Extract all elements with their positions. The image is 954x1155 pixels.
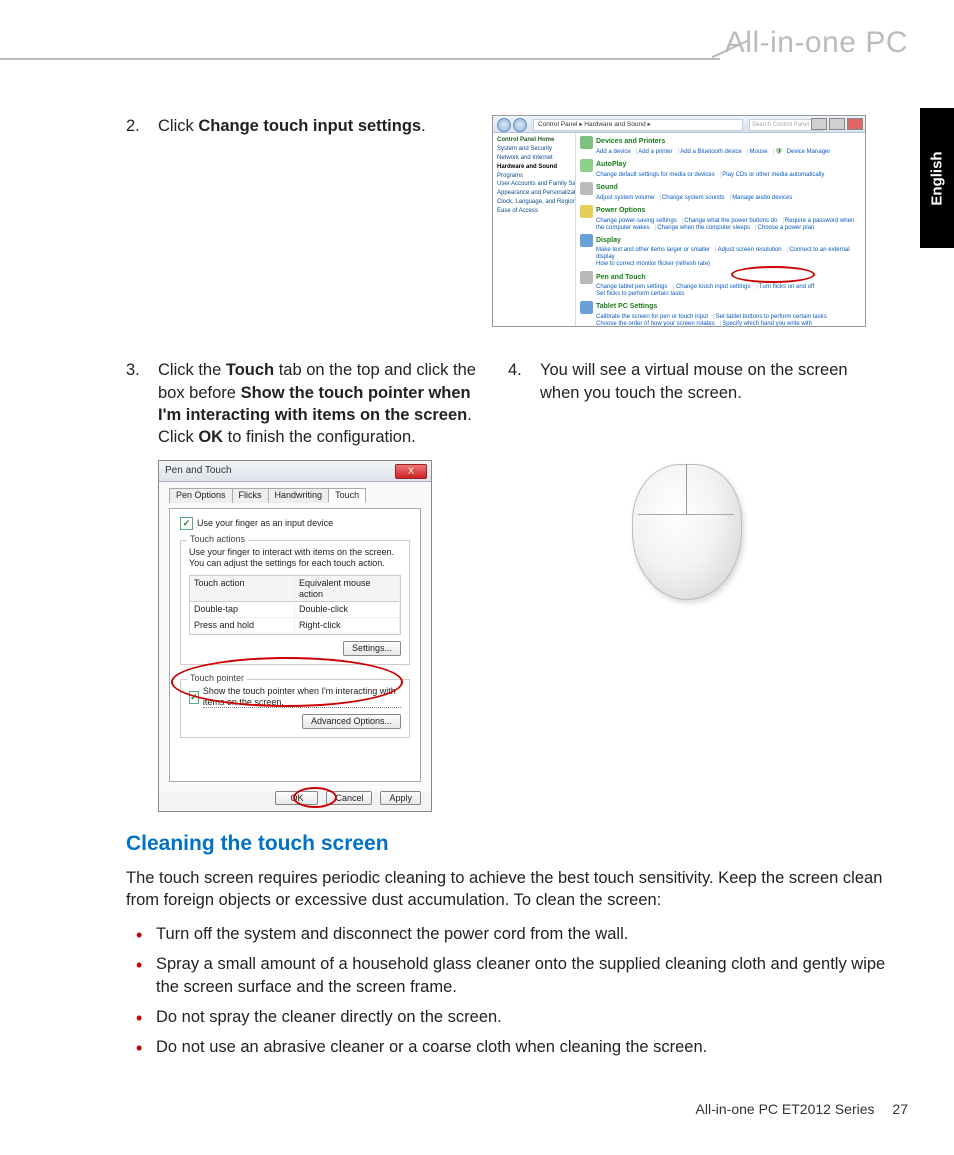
- pt-cancel-button: Cancel: [326, 791, 372, 806]
- pt-apply-button: Apply: [380, 791, 421, 806]
- virtual-mouse-graphic: [632, 464, 740, 598]
- bullet-item: Spray a small amount of a household glas…: [156, 953, 896, 998]
- pt-ok-button: OK: [275, 791, 318, 806]
- page-footer: All-in-one PC ET2012 Series 27: [696, 1101, 908, 1117]
- language-tab-label: English: [929, 151, 946, 205]
- pt-group-legend: Touch pointer: [187, 673, 247, 684]
- pt-group-pointer: Touch pointer ✓ Show the touch pointer w…: [180, 679, 410, 738]
- step-2: 2. Click Change touch input settings.: [126, 115, 896, 137]
- pt-tab-active: Touch: [328, 488, 366, 503]
- pt-tab: Handwriting: [268, 488, 330, 503]
- step-text: Click Change touch input settings.: [158, 115, 426, 137]
- pt-settings-button: Settings...: [343, 641, 401, 656]
- step-3: 3. Click the Touch tab on the top and cl…: [126, 359, 482, 448]
- pt-group-actions: Touch actions Use your finger to interac…: [180, 540, 410, 665]
- pt-tabs: Pen Options Flicks Handwriting Touch: [169, 488, 421, 503]
- bullet-item: Do not use an abrasive cleaner or a coar…: [156, 1036, 896, 1058]
- bullet-item: Turn off the system and disconnect the p…: [156, 923, 896, 945]
- pt-footer-buttons: OK Cancel Apply: [275, 791, 421, 806]
- pt-check-pointer-label: Show the touch pointer when I'm interact…: [203, 686, 401, 709]
- pt-actions-table: Touch actionEquivalent mouse action Doub…: [189, 575, 401, 635]
- step-number: 3.: [126, 359, 158, 448]
- footer-text: All-in-one PC ET2012 Series: [696, 1101, 875, 1117]
- step-4: 4. You will see a virtual mouse on the s…: [508, 359, 864, 404]
- bullet-item: Do not spray the cleaner directly on the…: [156, 1006, 896, 1028]
- step-number: 4.: [508, 359, 540, 404]
- pen-and-touch-dialog-screenshot: Pen and Touch X Pen Options Flicks Handw…: [158, 460, 432, 812]
- footer-page-number: 27: [892, 1101, 908, 1117]
- pt-tab: Flicks: [232, 488, 269, 503]
- cleaning-bullets: Turn off the system and disconnect the p…: [156, 923, 896, 1058]
- language-tab: English: [920, 108, 954, 248]
- header-rule: [0, 58, 720, 60]
- pt-advanced-button: Advanced Options...: [302, 714, 401, 729]
- step-text: You will see a virtual mouse on the scre…: [540, 359, 864, 404]
- pt-checkbox-input-device: ✓ Use your finger as an input device: [180, 517, 410, 530]
- pt-title: Pen and Touch: [165, 465, 232, 476]
- pt-check-label: Use your finger as an input device: [197, 518, 333, 529]
- pt-tab: Pen Options: [169, 488, 233, 503]
- section-title-cleaning: Cleaning the touch screen: [126, 830, 896, 858]
- pt-titlebar: Pen and Touch X: [159, 461, 431, 482]
- checkbox-icon: ✓: [189, 691, 199, 704]
- checkbox-icon: ✓: [180, 517, 193, 530]
- close-icon: X: [395, 464, 427, 479]
- pt-group-legend: Touch actions: [187, 534, 248, 545]
- step-number: 2.: [126, 115, 158, 137]
- section-intro: The touch screen requires periodic clean…: [126, 867, 896, 912]
- step-text: Click the Touch tab on the top and click…: [158, 359, 482, 448]
- page-header-title: All-in-one PC: [725, 26, 908, 60]
- pt-group-desc: Use your finger to interact with items o…: [189, 547, 401, 569]
